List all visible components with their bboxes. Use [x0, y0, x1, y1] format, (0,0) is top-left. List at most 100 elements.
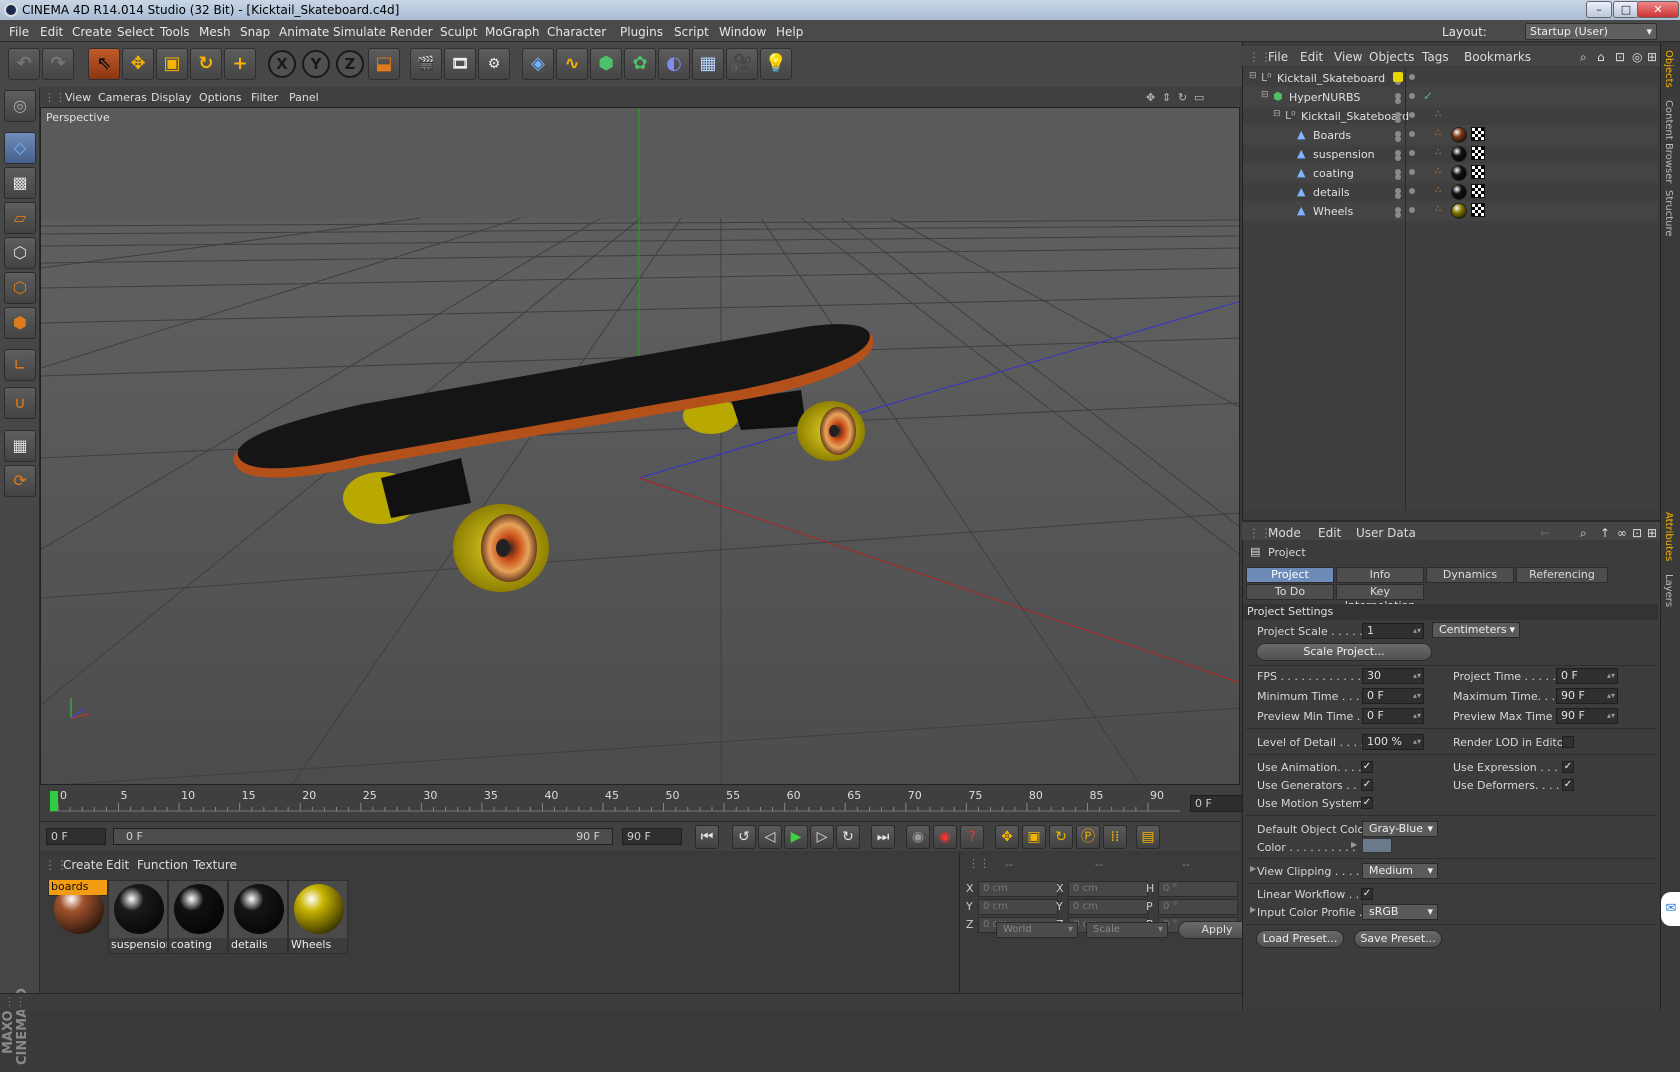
current-frame-field[interactable]: 0 F	[1190, 795, 1248, 812]
edges-mode-icon[interactable]: ⬡	[4, 272, 36, 304]
preview-min-time-field[interactable]: 0 F ▴▾	[1362, 708, 1424, 724]
mograph-icon[interactable]: ✿	[624, 48, 656, 80]
project-scale-field[interactable]: 1 ▴▾	[1362, 623, 1424, 639]
uvw-tag-icon[interactable]	[1471, 146, 1485, 160]
rotate-icon[interactable]: ↻	[190, 48, 222, 80]
tab-project-settings[interactable]: Project Settings	[1246, 567, 1334, 595]
move-icon[interactable]: ✥	[122, 48, 154, 80]
material-swatch[interactable]: details	[228, 880, 288, 954]
menu-render[interactable]: Render	[390, 25, 433, 39]
material-swatch[interactable]: Wheels	[288, 880, 348, 954]
project-time-field[interactable]: 0 F ▴▾	[1556, 668, 1618, 684]
save-preset-button[interactable]: Save Preset...	[1354, 930, 1442, 948]
workplane-lock-icon[interactable]: ▦	[4, 430, 36, 462]
object-name[interactable]: details	[1313, 186, 1350, 199]
menu-select[interactable]: Select	[117, 25, 154, 39]
uvw-tag-icon[interactable]	[1471, 127, 1485, 141]
material-menu-edit[interactable]: Edit	[106, 858, 129, 872]
object-name[interactable]: suspension	[1313, 148, 1375, 161]
previous-frame-icon[interactable]: ◁	[758, 825, 782, 849]
render-visibility-dot[interactable]	[1395, 117, 1401, 123]
play-icon[interactable]: ▶	[784, 825, 808, 849]
object-row[interactable]: ▲ Wheels ∴	[1243, 201, 1658, 221]
spinner-icon[interactable]: ▴▾	[1607, 669, 1615, 683]
attr-menu-edit[interactable]: Edit	[1318, 526, 1341, 540]
undo-icon[interactable]: ↶	[8, 48, 40, 80]
render-visibility-dot[interactable]	[1395, 212, 1401, 218]
object-row[interactable]: ▲ details ∴	[1243, 182, 1658, 202]
frame-range-slider[interactable]: 0 F 90 F	[113, 828, 613, 845]
lock-icon[interactable]: ⊡	[1615, 50, 1625, 64]
expand-arrow-icon[interactable]: ▶	[1351, 840, 1357, 849]
redo-icon[interactable]: ↷	[42, 48, 74, 80]
object-menu-tags[interactable]: Tags	[1422, 50, 1449, 64]
object-menu-edit[interactable]: Edit	[1300, 50, 1323, 64]
units-dropdown[interactable]: Centimeters ▾	[1432, 622, 1520, 638]
menu-help[interactable]: Help	[776, 25, 803, 39]
cube-icon[interactable]: ◈	[522, 48, 554, 80]
phong-tag-icon[interactable]: ∴	[1435, 109, 1441, 120]
search-icon[interactable]: ⌕	[1580, 50, 1587, 65]
menu-animate[interactable]: Animate	[279, 25, 329, 39]
go-to-end-icon[interactable]: ⏭	[871, 825, 895, 849]
sidetab-content-browser[interactable]: Content Browser	[1663, 100, 1674, 183]
keyframe-selection-icon[interactable]: ?	[960, 825, 984, 849]
layout-dropdown[interactable]: Startup (User) ▾	[1525, 23, 1657, 40]
expand-toggle-icon[interactable]: ⊟	[1273, 109, 1281, 119]
spinner-icon[interactable]: ▴▾	[1607, 689, 1615, 703]
menu-create[interactable]: Create	[72, 25, 112, 39]
skateboard-model[interactable]	[233, 324, 874, 592]
input-color-profile-dropdown[interactable]: sRGB ▾	[1362, 904, 1438, 920]
render-settings-icon[interactable]: ⚙	[478, 48, 510, 80]
menu-simulate[interactable]: Simulate	[333, 25, 386, 39]
coord-field[interactable]: 0 °	[1158, 881, 1238, 897]
material-swatch[interactable]: suspension	[108, 880, 168, 954]
object-name[interactable]: Wheels	[1313, 205, 1353, 218]
workplane-icon[interactable]: ▱	[4, 202, 36, 234]
autokey-icon[interactable]: ◉	[933, 825, 957, 849]
expand-toggle-icon[interactable]: ⊟	[1249, 71, 1257, 81]
menu-sculpt[interactable]: Sculpt	[440, 25, 477, 39]
object-manager-list[interactable]: ⊟ L⁰ Kicktail_Skateboard ⊟ ⬢ HyperNURBS ✓ ⊟ L⁰ Ki…	[1243, 68, 1658, 510]
load-preset-button[interactable]: Load Preset...	[1256, 930, 1344, 948]
lock-icon[interactable]: ⊡	[1632, 526, 1642, 540]
new-panel-icon[interactable]: ⊞	[1647, 526, 1657, 540]
key-pla-icon[interactable]: ⁞⁞	[1103, 825, 1127, 849]
start-frame-field[interactable]: 0 F	[46, 828, 106, 845]
back-arrow-icon[interactable]: ←	[1540, 526, 1550, 540]
scale-icon[interactable]: ▣	[156, 48, 188, 80]
viewport-menu-view[interactable]: View	[65, 91, 91, 104]
x-axis-button[interactable]: X	[268, 50, 296, 78]
coord-field[interactable]: 0 cm	[978, 881, 1058, 897]
key-parameter-icon[interactable]: Ⓟ	[1076, 825, 1100, 849]
layer-color-swatch[interactable]	[1393, 72, 1403, 82]
link-icon[interactable]: ∞	[1617, 526, 1627, 540]
material-tag-icon[interactable]	[1451, 146, 1467, 162]
deformer-icon[interactable]: ◐	[658, 48, 690, 80]
phong-tag-icon[interactable]: ∴	[1435, 204, 1441, 215]
attr-menu-mode[interactable]: Mode	[1268, 526, 1301, 540]
render-view-icon[interactable]: 🎬	[410, 48, 442, 80]
viewport-toggle-icon[interactable]: ▭	[1194, 91, 1204, 104]
layer-dot[interactable]	[1409, 131, 1415, 137]
make-editable-icon[interactable]: ◎	[4, 90, 36, 122]
render-visibility-dot[interactable]	[1395, 98, 1401, 104]
coord-field[interactable]: 0 cm	[1068, 899, 1148, 915]
search-icon[interactable]: ⌕	[1580, 526, 1587, 541]
minimum-time-field[interactable]: 0 F ▴▾	[1362, 688, 1424, 704]
render-picture-viewer-icon[interactable]: 🎞	[444, 48, 476, 80]
viewport-menu-options[interactable]: Options	[199, 91, 241, 104]
nurbs-icon[interactable]: ⬢	[590, 48, 622, 80]
light-icon[interactable]: 💡	[760, 48, 792, 80]
timeline-window-icon[interactable]: ▤	[1136, 825, 1160, 849]
coordinate-system-icon[interactable]: ⬓	[368, 48, 400, 80]
key-scale-icon[interactable]: ▣	[1022, 825, 1046, 849]
object-name[interactable]: Boards	[1313, 129, 1351, 142]
go-to-start-icon[interactable]: ⏮	[695, 825, 719, 849]
menu-mograph[interactable]: MoGraph	[485, 25, 540, 39]
sidetab-attributes[interactable]: Attributes	[1663, 512, 1674, 561]
spline-icon[interactable]: ∿	[556, 48, 588, 80]
layer-dot[interactable]	[1409, 207, 1415, 213]
expand-arrow-icon[interactable]: ▶	[1250, 905, 1256, 914]
minimize-button[interactable]: –	[1586, 1, 1612, 18]
